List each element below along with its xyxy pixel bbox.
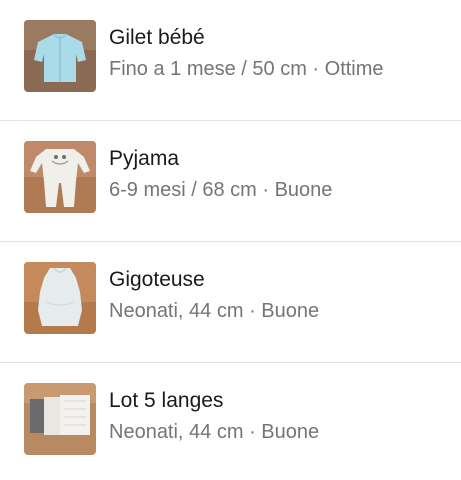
item-thumbnail [24,262,96,334]
item-thumbnail [24,20,96,92]
item-title: Pyjama [109,147,180,170]
item-thumbnail [24,141,96,213]
item-subtitle: Neonati, 44 cm · Buone [109,421,320,443]
muslin-cloths-icon [24,383,96,455]
list-item[interactable]: Pyjama 6-9 mesi / 68 cm · Buone [0,121,461,242]
item-subtitle: Neonati, 44 cm · Buone [109,300,320,322]
item-title: Gilet bébé [109,26,205,49]
item-title: Gigoteuse [109,268,205,291]
item-title: Lot 5 langes [109,389,224,412]
item-thumbnail [24,383,96,455]
item-list: Gilet bébé Fino a 1 mese / 50 cm · Ottim… [0,0,461,480]
sleeping-bag-icon [24,262,96,334]
list-item[interactable]: Lot 5 langes Neonati, 44 cm · Buone [0,363,461,480]
blue-baby-cardigan-icon [24,20,96,92]
list-item[interactable]: Gilet bébé Fino a 1 mese / 50 cm · Ottim… [0,0,461,121]
list-item[interactable]: Gigoteuse Neonati, 44 cm · Buone [0,242,461,363]
white-baby-pyjama-icon [24,141,96,213]
item-subtitle: Fino a 1 mese / 50 cm · Ottime [109,58,384,80]
item-subtitle: 6-9 mesi / 68 cm · Buone [109,179,333,201]
